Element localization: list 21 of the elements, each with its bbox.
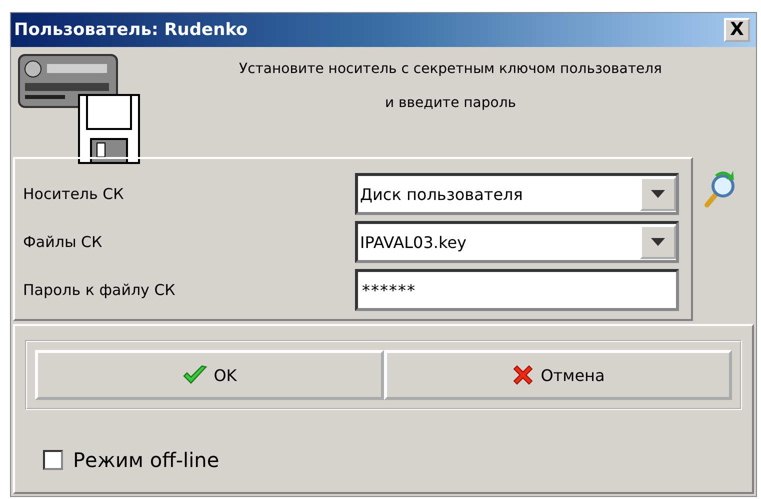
close-button[interactable]: X [724, 18, 750, 42]
instruction-text: и введите пароль [384, 95, 516, 111]
cancel-button[interactable]: Отмена [384, 350, 732, 400]
password-field[interactable]: ****** [355, 269, 679, 311]
dropdown-button[interactable] [640, 225, 676, 259]
window-title: Пользователь: Rudenko [14, 20, 248, 40]
dropdown-button[interactable] [640, 177, 676, 211]
ok-button[interactable]: OK [35, 350, 384, 400]
checkbox-label: Режим off-line [73, 448, 220, 472]
field-label: Носитель СК [23, 185, 125, 203]
search-icon[interactable] [703, 169, 737, 209]
instruction-text: Установите носитель с секретным ключом пользователя [239, 61, 662, 77]
caret-icon [651, 190, 665, 198]
dropdown[interactable]: Диск пользователя [355, 173, 679, 215]
field-label: Файлы СК [23, 233, 104, 251]
caret-icon [651, 238, 665, 246]
field-label: Пароль к файлу СК [23, 281, 176, 299]
cross-icon [510, 363, 535, 387]
checkbox[interactable] [43, 450, 63, 470]
dropdown[interactable]: IPAVAL03.key [355, 221, 679, 263]
check-icon [182, 364, 208, 386]
